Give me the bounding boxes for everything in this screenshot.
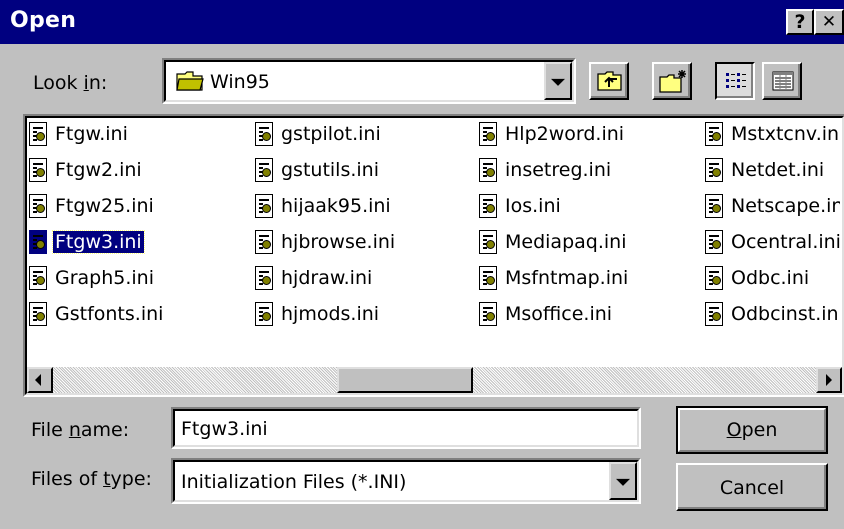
file-list-items: Ftgw.ini Ftgw2.ini Ftgw25.ini Ftgw3.ini Grap… [29,120,840,363]
open-button-label: Open [726,419,778,441]
file-item-label: Ftgw3.ini [52,230,145,254]
ini-file-icon [479,302,497,326]
title-bar[interactable]: Open ? ✕ [0,0,844,44]
ini-file-icon [255,158,273,182]
look-in-combo[interactable]: Win95 [162,58,576,104]
file-item-label: Hlp2word.ini [505,123,625,145]
file-item-label: Gstfonts.ini [55,303,164,325]
file-item-label: Ios.ini [505,195,561,217]
ini-file-icon [255,302,273,326]
details-view-button[interactable] [762,62,802,100]
file-item-label: Netscape.ini [731,195,840,217]
ini-file-icon [705,266,723,290]
file-item-label: Odbcinst.ini [731,303,840,325]
file-list[interactable]: Ftgw.ini Ftgw2.ini Ftgw25.ini Ftgw3.ini Grap… [23,114,844,397]
ini-file-icon [29,122,47,146]
file-item-label: Ftgw.ini [55,123,128,145]
ini-file-icon [255,266,273,290]
file-item-label: hjdraw.ini [281,267,373,289]
details-view-icon [772,71,794,97]
file-item-label: Msfntmap.ini [505,267,629,289]
folder-icon [176,70,204,92]
file-item-label: Netdet.ini [731,159,825,181]
ini-file-icon [479,158,497,182]
open-dialog: Open ? ✕ Look in: Win95 Ftgw.ini Ftgw2.i… [0,0,844,529]
cancel-button-label: Cancel [719,477,785,499]
ini-file-icon [255,230,273,254]
file-name-label: File name: [31,419,130,441]
file-item-label: Ftgw25.ini [55,195,154,217]
file-item-label: hjmods.ini [281,303,380,325]
scroll-thumb[interactable] [337,367,473,393]
look-in-value: Win95 [210,71,270,93]
ini-file-icon [29,194,47,218]
file-item-label: Odbc.ini [731,267,810,289]
horizontal-scrollbar[interactable] [27,367,842,393]
files-of-type-combo[interactable]: Initialization Files (*.INI) [171,458,641,504]
create-new-folder-button[interactable] [652,62,692,100]
ini-file-icon [29,302,47,326]
up-one-level-button[interactable] [589,62,629,100]
ini-file-icon [29,230,47,254]
ini-file-icon [255,122,273,146]
scroll-left-button[interactable] [27,367,53,393]
files-of-type-value: Initialization Files (*.INI) [181,471,407,493]
ini-file-icon [705,302,723,326]
cancel-button[interactable]: Cancel [676,463,828,511]
ini-file-icon [479,122,497,146]
file-item-label: insetreg.ini [505,159,612,181]
ini-file-icon [705,158,723,182]
open-button[interactable]: Open [676,406,828,454]
new-folder-icon [659,68,689,100]
ini-file-icon [705,194,723,218]
look-in-dropdown-button[interactable] [544,62,572,100]
file-name-value: Ftgw3.ini [181,418,268,440]
file-item-label: Graph5.ini [55,267,155,289]
file-name-input[interactable]: Ftgw3.ini [171,407,641,449]
files-of-type-label: Files of type: [31,468,152,490]
file-item-label: Msoffice.ini [505,303,613,325]
window-title: Open [10,8,77,33]
help-button[interactable]: ? [786,9,814,35]
ini-file-icon [29,266,47,290]
ini-file-icon [705,230,723,254]
files-of-type-dropdown-button[interactable] [609,462,637,500]
list-view-button[interactable] [715,62,755,100]
ini-file-icon [479,230,497,254]
look-in-label: Look in: [33,72,108,94]
ini-file-icon [705,122,723,146]
file-item-label: Mediapaq.ini [505,231,627,253]
ini-file-icon [29,158,47,182]
ini-file-icon [255,194,273,218]
file-item-label: hjbrowse.ini [281,231,396,253]
list-view-icon [725,71,747,97]
close-button[interactable]: ✕ [814,9,844,35]
scroll-right-button[interactable] [816,367,842,393]
file-item-label: Ftgw2.ini [55,159,142,181]
ini-file-icon [479,194,497,218]
file-item-label: Ocentral.ini [731,231,840,253]
ini-file-icon [479,266,497,290]
file-item-label: gstpilot.ini [281,123,381,145]
up-folder-icon [597,70,623,98]
file-item-label: hijaak95.ini [281,195,391,217]
file-item-label: Mstxtcnv.ini [731,123,840,145]
file-item-label: gstutils.ini [281,159,379,181]
